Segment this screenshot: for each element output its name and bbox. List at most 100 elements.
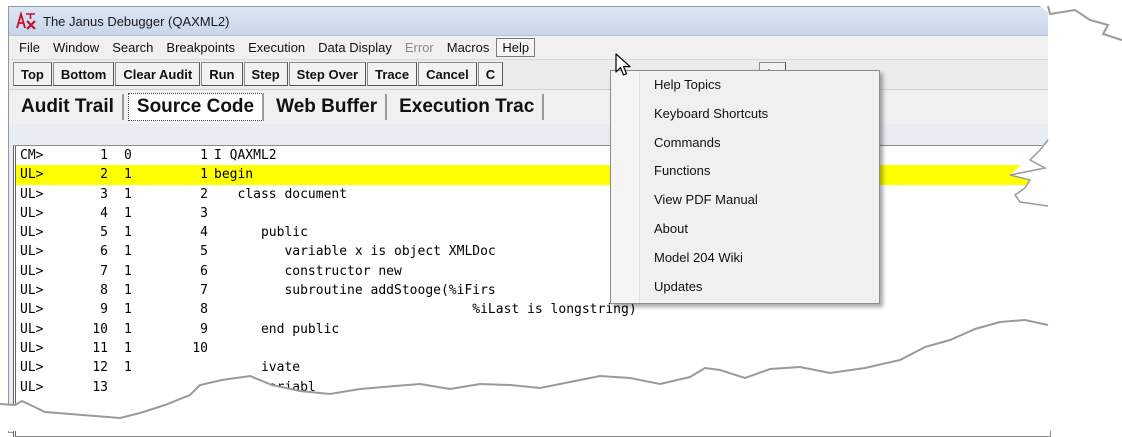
menu-data-display[interactable]: Data Display bbox=[312, 38, 398, 57]
code-text: ivate bbox=[214, 360, 301, 376]
code-line[interactable]: UL> 12 1 ivate bbox=[16, 358, 1050, 377]
toolbar-clear-audit-button[interactable]: Clear Audit bbox=[115, 62, 201, 86]
line-prefix: UL> bbox=[20, 302, 44, 318]
nesting-level: 1 bbox=[124, 244, 132, 260]
line-number: 5 bbox=[100, 225, 108, 241]
code-text: I QAXML2 bbox=[214, 148, 277, 163]
toolbar-cancel-button[interactable]: Cancel bbox=[418, 62, 477, 86]
title-bar: The Janus Debugger (QAXML2) bbox=[9, 7, 1049, 36]
line-prefix: UL> bbox=[20, 225, 44, 241]
window-title: The Janus Debugger (QAXML2) bbox=[43, 13, 230, 29]
toolbar-trace-button[interactable]: Trace bbox=[367, 62, 418, 86]
toolbar-top-button[interactable]: Top bbox=[13, 62, 52, 86]
nesting-level: 1 bbox=[124, 186, 132, 202]
line-number: 2 bbox=[100, 167, 108, 183]
help-menu-item-commands[interactable]: Commands bbox=[611, 129, 879, 158]
line-prefix: UL> bbox=[20, 360, 44, 376]
toolbar-step-over-button[interactable]: Step Over bbox=[288, 62, 367, 86]
help-dropdown-menu: Help Topics Keyboard Shortcuts Commands Fun… bbox=[610, 70, 880, 304]
line-prefix: UL> bbox=[20, 379, 44, 395]
code-line[interactable]: UL> 6 1 5 variable x is object XMLDoc bbox=[16, 242, 1050, 261]
menu-window[interactable]: Window bbox=[47, 38, 105, 57]
nesting-level: 1 bbox=[124, 340, 132, 356]
tab-web-buffer[interactable]: Web Buffer bbox=[268, 94, 388, 120]
code-line[interactable]: UL> 7 1 6 constructor new bbox=[16, 262, 1050, 281]
code-line[interactable]: UL> 5 1 4 public bbox=[16, 223, 1050, 242]
nesting-level: 1 bbox=[124, 360, 132, 376]
nesting-level: 1 bbox=[124, 205, 132, 221]
code-text: %iLast is longstring) bbox=[214, 302, 637, 318]
line-number: 7 bbox=[100, 263, 108, 279]
nesting-level: 1 bbox=[124, 167, 132, 183]
tab-execution-trac[interactable]: Execution Trac bbox=[391, 94, 545, 120]
line-prefix: UL> bbox=[20, 340, 44, 356]
help-menu-item-view-pdf-manual[interactable]: View PDF Manual bbox=[611, 186, 879, 215]
line-number: 11 bbox=[92, 340, 108, 356]
line-number: 6 bbox=[100, 244, 108, 260]
menu-breakpoints[interactable]: Breakpoints bbox=[160, 38, 241, 57]
nesting-level: 1 bbox=[124, 225, 132, 241]
code-line[interactable]: CM> 1 0 1 I QAXML2 bbox=[16, 146, 1050, 165]
toolbar-run-button[interactable]: Run bbox=[201, 62, 243, 86]
code-text: public bbox=[214, 225, 308, 241]
nesting-level: 0 bbox=[124, 148, 132, 163]
code-text: variabl bbox=[214, 379, 316, 395]
line-prefix: UL> bbox=[20, 205, 44, 221]
line-prefix: UL> bbox=[20, 321, 44, 337]
statement-number: 9 bbox=[200, 321, 208, 337]
toolbar-c-button[interactable]: C bbox=[477, 62, 504, 86]
line-number: 4 bbox=[100, 205, 108, 221]
statement-number bbox=[180, 358, 208, 377]
statement-number: 1 bbox=[200, 167, 208, 183]
code-line[interactable]: UL> 4 1 3 bbox=[16, 204, 1050, 223]
line-prefix: CM> bbox=[20, 148, 44, 163]
code-text: begin bbox=[214, 167, 254, 183]
menu-bar: File Window Search Breakpoints Execution Data… bbox=[9, 36, 1049, 60]
code-text: subroutine addStooge(%iFirs bbox=[214, 283, 496, 299]
menu-search[interactable]: Search bbox=[106, 38, 159, 57]
tab-source-code[interactable]: Source Code bbox=[127, 93, 265, 121]
menu-file[interactable]: File bbox=[13, 38, 46, 57]
nesting-level: 1 bbox=[124, 302, 132, 318]
code-line[interactable]: UL> 8 1 7 subroutine addStooge(%iFirs bbox=[16, 281, 1050, 300]
code-text: end public bbox=[214, 321, 340, 337]
toolbar-step-button[interactable]: Step bbox=[243, 62, 288, 86]
nesting-level: 1 bbox=[124, 283, 132, 299]
help-menu-item-functions[interactable]: Functions bbox=[611, 157, 879, 186]
help-menu-item-updates[interactable]: Updates bbox=[611, 273, 879, 302]
nesting-level: 1 bbox=[124, 263, 132, 279]
line-prefix: UL> bbox=[20, 167, 44, 183]
statement-number: 5 bbox=[200, 244, 208, 260]
statement-number bbox=[180, 378, 208, 397]
nesting-level: 1 bbox=[124, 321, 132, 337]
line-prefix: UL> bbox=[20, 283, 44, 299]
line-number: 10 bbox=[92, 321, 108, 337]
code-line[interactable]: UL> 2 1 1 begin bbox=[16, 165, 1050, 185]
code-text: class document bbox=[214, 186, 348, 202]
statement-number: 6 bbox=[200, 263, 208, 279]
code-line[interactable]: UL> 3 1 2 class document bbox=[16, 185, 1050, 204]
line-prefix: UL> bbox=[20, 263, 44, 279]
menu-execution[interactable]: Execution bbox=[242, 38, 311, 57]
line-number: 12 bbox=[92, 360, 108, 376]
tab-audit-trail[interactable]: Audit Trail bbox=[13, 94, 124, 120]
code-line[interactable]: UL> 9 1 8 %iLast is longstring) bbox=[16, 300, 1050, 319]
help-menu-item-model-204-wiki[interactable]: Model 204 Wiki bbox=[611, 244, 879, 273]
code-line[interactable]: UL> 13 variabl bbox=[16, 378, 1050, 397]
view-tabs: Audit Trail Source Code Web Buffer Executio… bbox=[9, 90, 1049, 124]
code-line[interactable]: UL> 10 1 9 end public bbox=[16, 320, 1050, 339]
line-prefix: UL> bbox=[20, 244, 44, 260]
nesting-level bbox=[108, 378, 180, 397]
help-menu-item-about[interactable]: About bbox=[611, 215, 879, 244]
statement-number: 3 bbox=[200, 205, 208, 221]
toolbar-bottom-button[interactable]: Bottom bbox=[52, 62, 115, 86]
menu-macros[interactable]: Macros bbox=[441, 38, 496, 57]
help-menu-item-help-topics[interactable]: Help Topics bbox=[611, 71, 879, 100]
code-line[interactable]: UL> 11 1 10 bbox=[16, 339, 1050, 358]
source-code-view[interactable]: CM> 1 0 1 I QAXML2 UL> 2 1 1 begin UL> 3 1 2 class do… bbox=[13, 145, 1051, 437]
help-menu-item-keyboard-shortcuts[interactable]: Keyboard Shortcuts bbox=[611, 100, 879, 129]
menu-help[interactable]: Help bbox=[496, 38, 536, 57]
toolbar: Top Bottom Clear Audit Run Step Step Over Trac… bbox=[9, 60, 1049, 90]
